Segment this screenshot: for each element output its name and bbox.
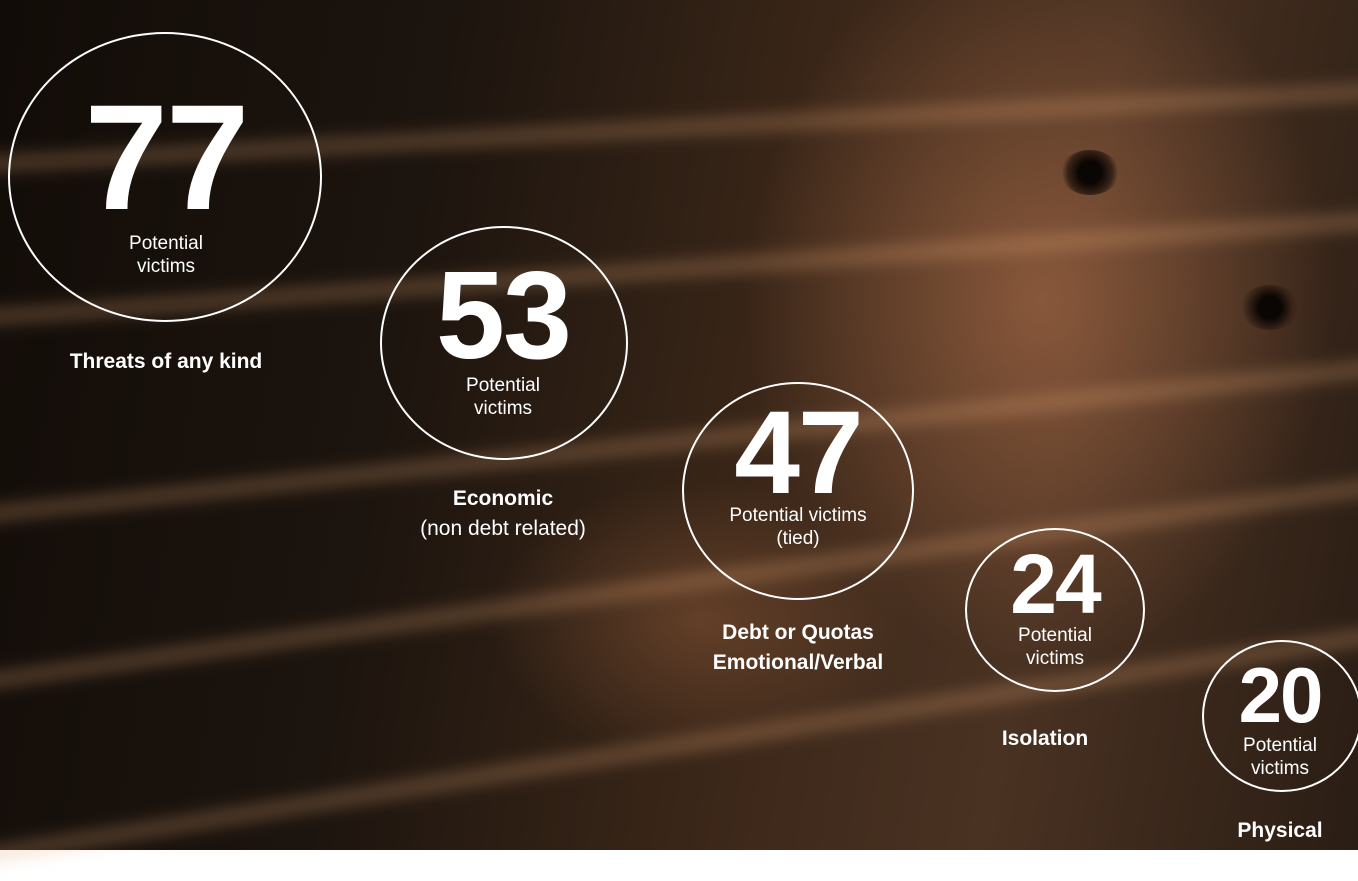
stat-sub-line1: Potential xyxy=(129,233,203,254)
stat-number: 77 xyxy=(84,73,250,241)
stat-threats: 77 Potential victims Threats of any kind xyxy=(8,32,324,392)
stat-label-line1: Economic xyxy=(452,487,554,510)
stat-label: Economic (non debt related) xyxy=(358,484,648,544)
stat-label-line1: Debt or Quotas xyxy=(722,621,874,644)
stat-label: Isolation xyxy=(945,724,1145,754)
stat-sub-line1: Potential xyxy=(1018,625,1092,646)
eye-shape xyxy=(1060,150,1120,195)
stat-sub-line2: victims xyxy=(1250,758,1310,779)
stat-sub-line2: victims xyxy=(473,398,533,419)
stat-sub-line1: Potential xyxy=(466,375,540,396)
stat-economic: 53 Potential victims Economic (non debt … xyxy=(378,226,628,556)
stat-sub-line1: Potential xyxy=(1243,735,1317,756)
stat-number: 24 xyxy=(1010,537,1101,631)
stat-number: 47 xyxy=(734,387,863,519)
eye-shape xyxy=(1240,285,1300,330)
stat-physical: 20 Potential victims Physical xyxy=(1202,640,1358,850)
stat-label: Physical xyxy=(1202,816,1358,846)
stat-label-line2: (non debt related) xyxy=(420,517,586,540)
stat-debt-emotional: 47 Potential victims (tied) Debt or Quot… xyxy=(682,382,914,692)
stat-number: 20 xyxy=(1238,651,1324,739)
stat-label-line1: Isolation xyxy=(1001,727,1089,750)
stat-sub-line2: victims xyxy=(136,256,196,277)
stat-label: Debt or Quotas Emotional/Verbal xyxy=(662,618,934,678)
stat-number: 53 xyxy=(436,247,572,385)
stat-label: Threats of any kind xyxy=(8,347,324,377)
stat-label-line2: Emotional/Verbal xyxy=(712,651,884,674)
stat-sub-line2: (tied) xyxy=(776,528,820,549)
stat-label-line1: Physical xyxy=(1237,819,1323,842)
stat-label-line1: Threats of any kind xyxy=(69,350,263,373)
stat-isolation: 24 Potential victims Isolation xyxy=(965,528,1145,768)
stat-sub-line1: Potential victims xyxy=(729,505,867,526)
stat-sub-line2: victims xyxy=(1025,648,1085,669)
